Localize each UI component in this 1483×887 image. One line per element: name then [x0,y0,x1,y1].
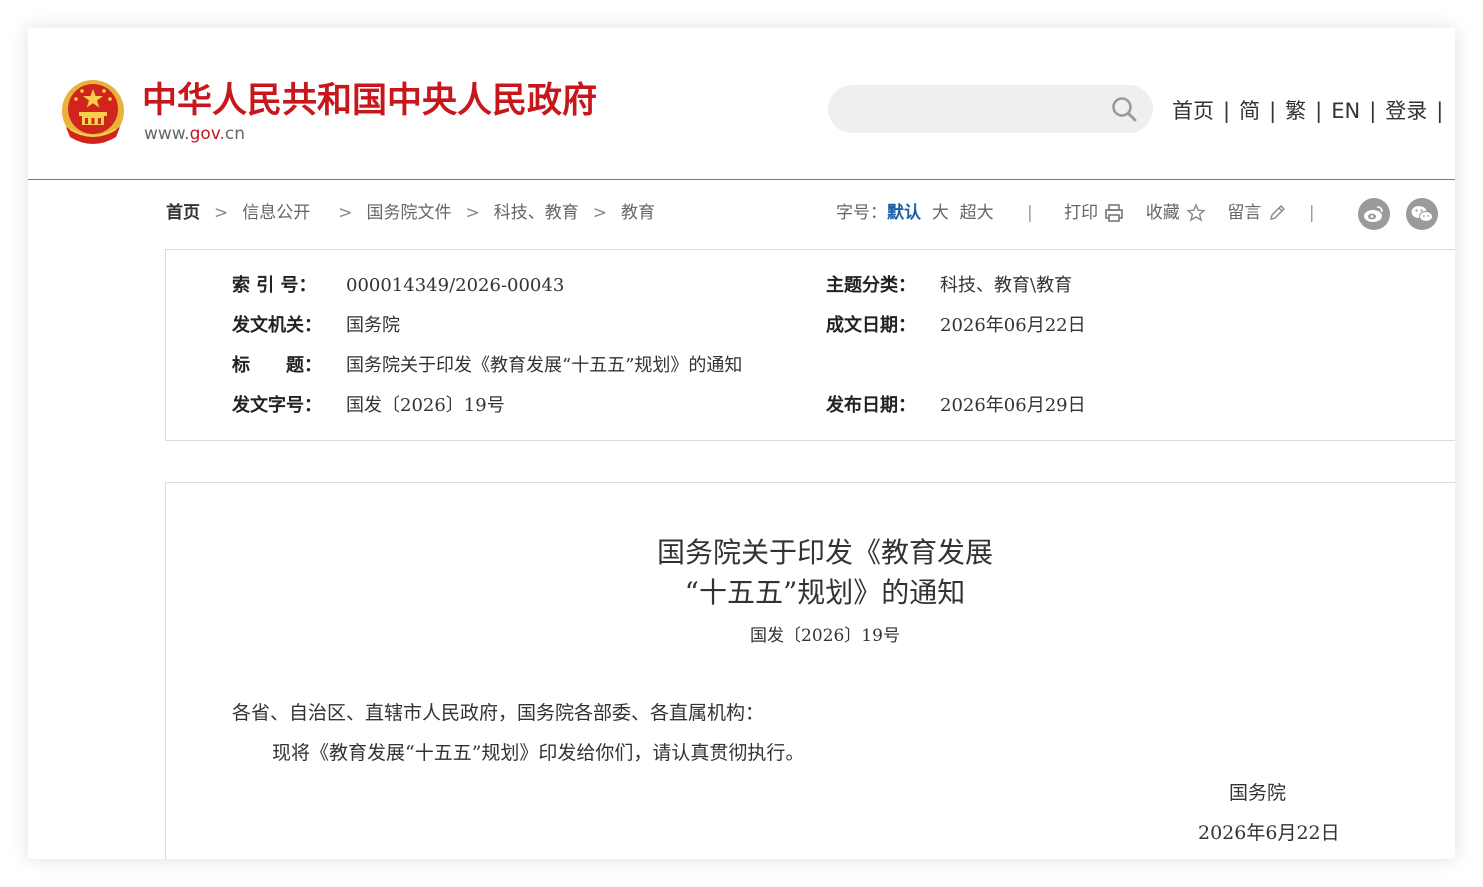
weibo-icon [1364,206,1383,222]
meta-issuer-row: 发文机关： 国务院 [232,314,400,338]
article-title-line1: 国务院关于印发《教育发展 [656,536,993,569]
article-title-line2: “十五五”规划》的通知 [684,576,966,609]
breadcrumb-info-public[interactable]: 信息公开 [242,203,310,223]
meta-label: 标 题： [232,355,322,376]
nav-separator: | [1269,99,1277,123]
breadcrumb-sci-edu[interactable]: 科技、教育 [494,203,579,223]
breadcrumb-arrow: > [214,203,229,223]
favorite-label: 收藏 [1145,203,1180,223]
meta-title-value: 国务院关于印发《教育发展“十五五”规划》的通知 [346,355,743,376]
weibo-share-button[interactable] [1358,198,1390,230]
meta-written-value: 2026年06月22日 [940,315,1086,336]
meta-topic-value: 科技、教育\教育 [940,275,1073,296]
page-frame: 中华人民共和国中央人民政府 www.gov.cn 首页 | 简 | 繁 | EN | 登录 | 首… [28,28,1455,859]
search-input[interactable] [848,95,1102,125]
top-nav: 首页 | 简 | 繁 | EN | 登录 | [1172,98,1452,124]
meta-docnum-value: 国发〔2026〕19号 [346,395,505,416]
article-doc-number: 国发〔2026〕19号 [750,626,900,646]
print-button[interactable]: 打印 [1064,202,1124,224]
national-emblem-logo[interactable] [60,79,126,147]
meta-index-value: 000014349/2026-00043 [346,275,565,296]
article-body: 国务院关于印发《教育发展 “十五五”规划》的通知 国发〔2026〕19号 各省、… [165,482,1455,859]
breadcrumb-home[interactable]: 首页 [166,203,200,223]
breadcrumb-state-council-docs[interactable]: 国务院文件 [367,203,452,223]
favorite-button[interactable]: 收藏 [1146,202,1206,224]
article-paragraph: 现将《教育发展“十五五”规划》印发给你们，请认真贯彻执行。 [272,742,805,764]
wechat-icon [1411,206,1433,222]
meta-title-row: 标 题： 国务院关于印发《教育发展“十五五”规划》的通知 [232,354,742,378]
star-icon [1185,203,1206,222]
article-date: 2026年6月22日 [1198,822,1340,844]
breadcrumb-education[interactable]: 教育 [621,203,655,223]
meta-topic-row: 主题分类： 科技、教育\教育 [826,274,1072,298]
nav-separator: | [1223,99,1231,123]
url-mid: gov [189,124,220,144]
article-salutation: 各省、自治区、直辖市人民政府，国务院各部委、各直属机构： [232,702,765,724]
article-signature: 国务院 [1229,782,1287,804]
search-box [828,85,1153,133]
print-label: 打印 [1064,203,1099,223]
breadcrumb-arrow: > [592,203,607,223]
nav-separator: | [1369,99,1377,123]
font-size-large[interactable]: 大 [932,203,949,223]
nav-separator: | [1436,99,1444,123]
search-icon[interactable] [1111,96,1137,122]
nav-separator: | [1315,99,1323,123]
meta-label: 发布日期： [826,395,916,416]
meta-label: 成文日期： [826,315,916,336]
comment-button[interactable]: 留言 [1227,202,1287,224]
pencil-icon [1270,205,1286,220]
breadcrumb: 首页 > 信息公开 > 国务院文件 > 科技、教育 > 教育 [166,202,655,224]
meta-label: 主题分类： [826,275,916,296]
document-meta-box: 索 引 号： 000014349/2026-00043 主题分类： 科技、教育\教育… [165,249,1455,441]
site-header: 中华人民共和国中央人民政府 www.gov.cn 首页 | 简 | 繁 | EN | 登录 | [28,28,1455,180]
nav-simplified[interactable]: 简 [1239,99,1260,123]
site-url[interactable]: www.gov.cn [144,124,245,144]
meta-issuer-value: 国务院 [346,315,400,336]
tool-separator: | [1027,203,1033,223]
meta-docnum-row: 发文字号： 国发〔2026〕19号 [232,394,505,418]
font-size-label: 字号： [836,203,887,223]
nav-home[interactable]: 首页 [1172,99,1214,123]
meta-published-row: 发布日期： 2026年06月29日 [826,394,1086,418]
article-tools: 字号：默认 大 超大 | 打印 收藏 留言 | [836,202,1327,224]
printer-icon [1105,204,1123,222]
tool-separator: | [1308,203,1315,223]
comment-label: 留言 [1227,203,1262,223]
meta-index-row: 索 引 号： 000014349/2026-00043 [232,274,564,298]
font-size-default[interactable]: 默认 [887,203,921,223]
meta-published-value: 2026年06月29日 [940,395,1086,416]
site-title[interactable]: 中华人民共和国中央人民政府 [142,80,597,122]
nav-english[interactable]: EN [1331,99,1360,123]
nav-traditional[interactable]: 繁 [1285,99,1306,123]
meta-label: 发文机关： [232,315,322,336]
wechat-share-button[interactable] [1406,198,1438,230]
breadcrumb-arrow: > [465,203,480,223]
nav-login[interactable]: 登录 [1385,99,1427,123]
meta-written-row: 成文日期： 2026年06月22日 [826,314,1086,338]
url-prefix: www. [144,124,190,144]
meta-label: 索 引 号： [232,275,317,296]
meta-label: 发文字号： [232,395,322,416]
url-suffix: .cn [219,124,246,144]
font-size-xlarge[interactable]: 超大 [960,203,994,223]
breadcrumb-arrow: > [338,203,353,223]
